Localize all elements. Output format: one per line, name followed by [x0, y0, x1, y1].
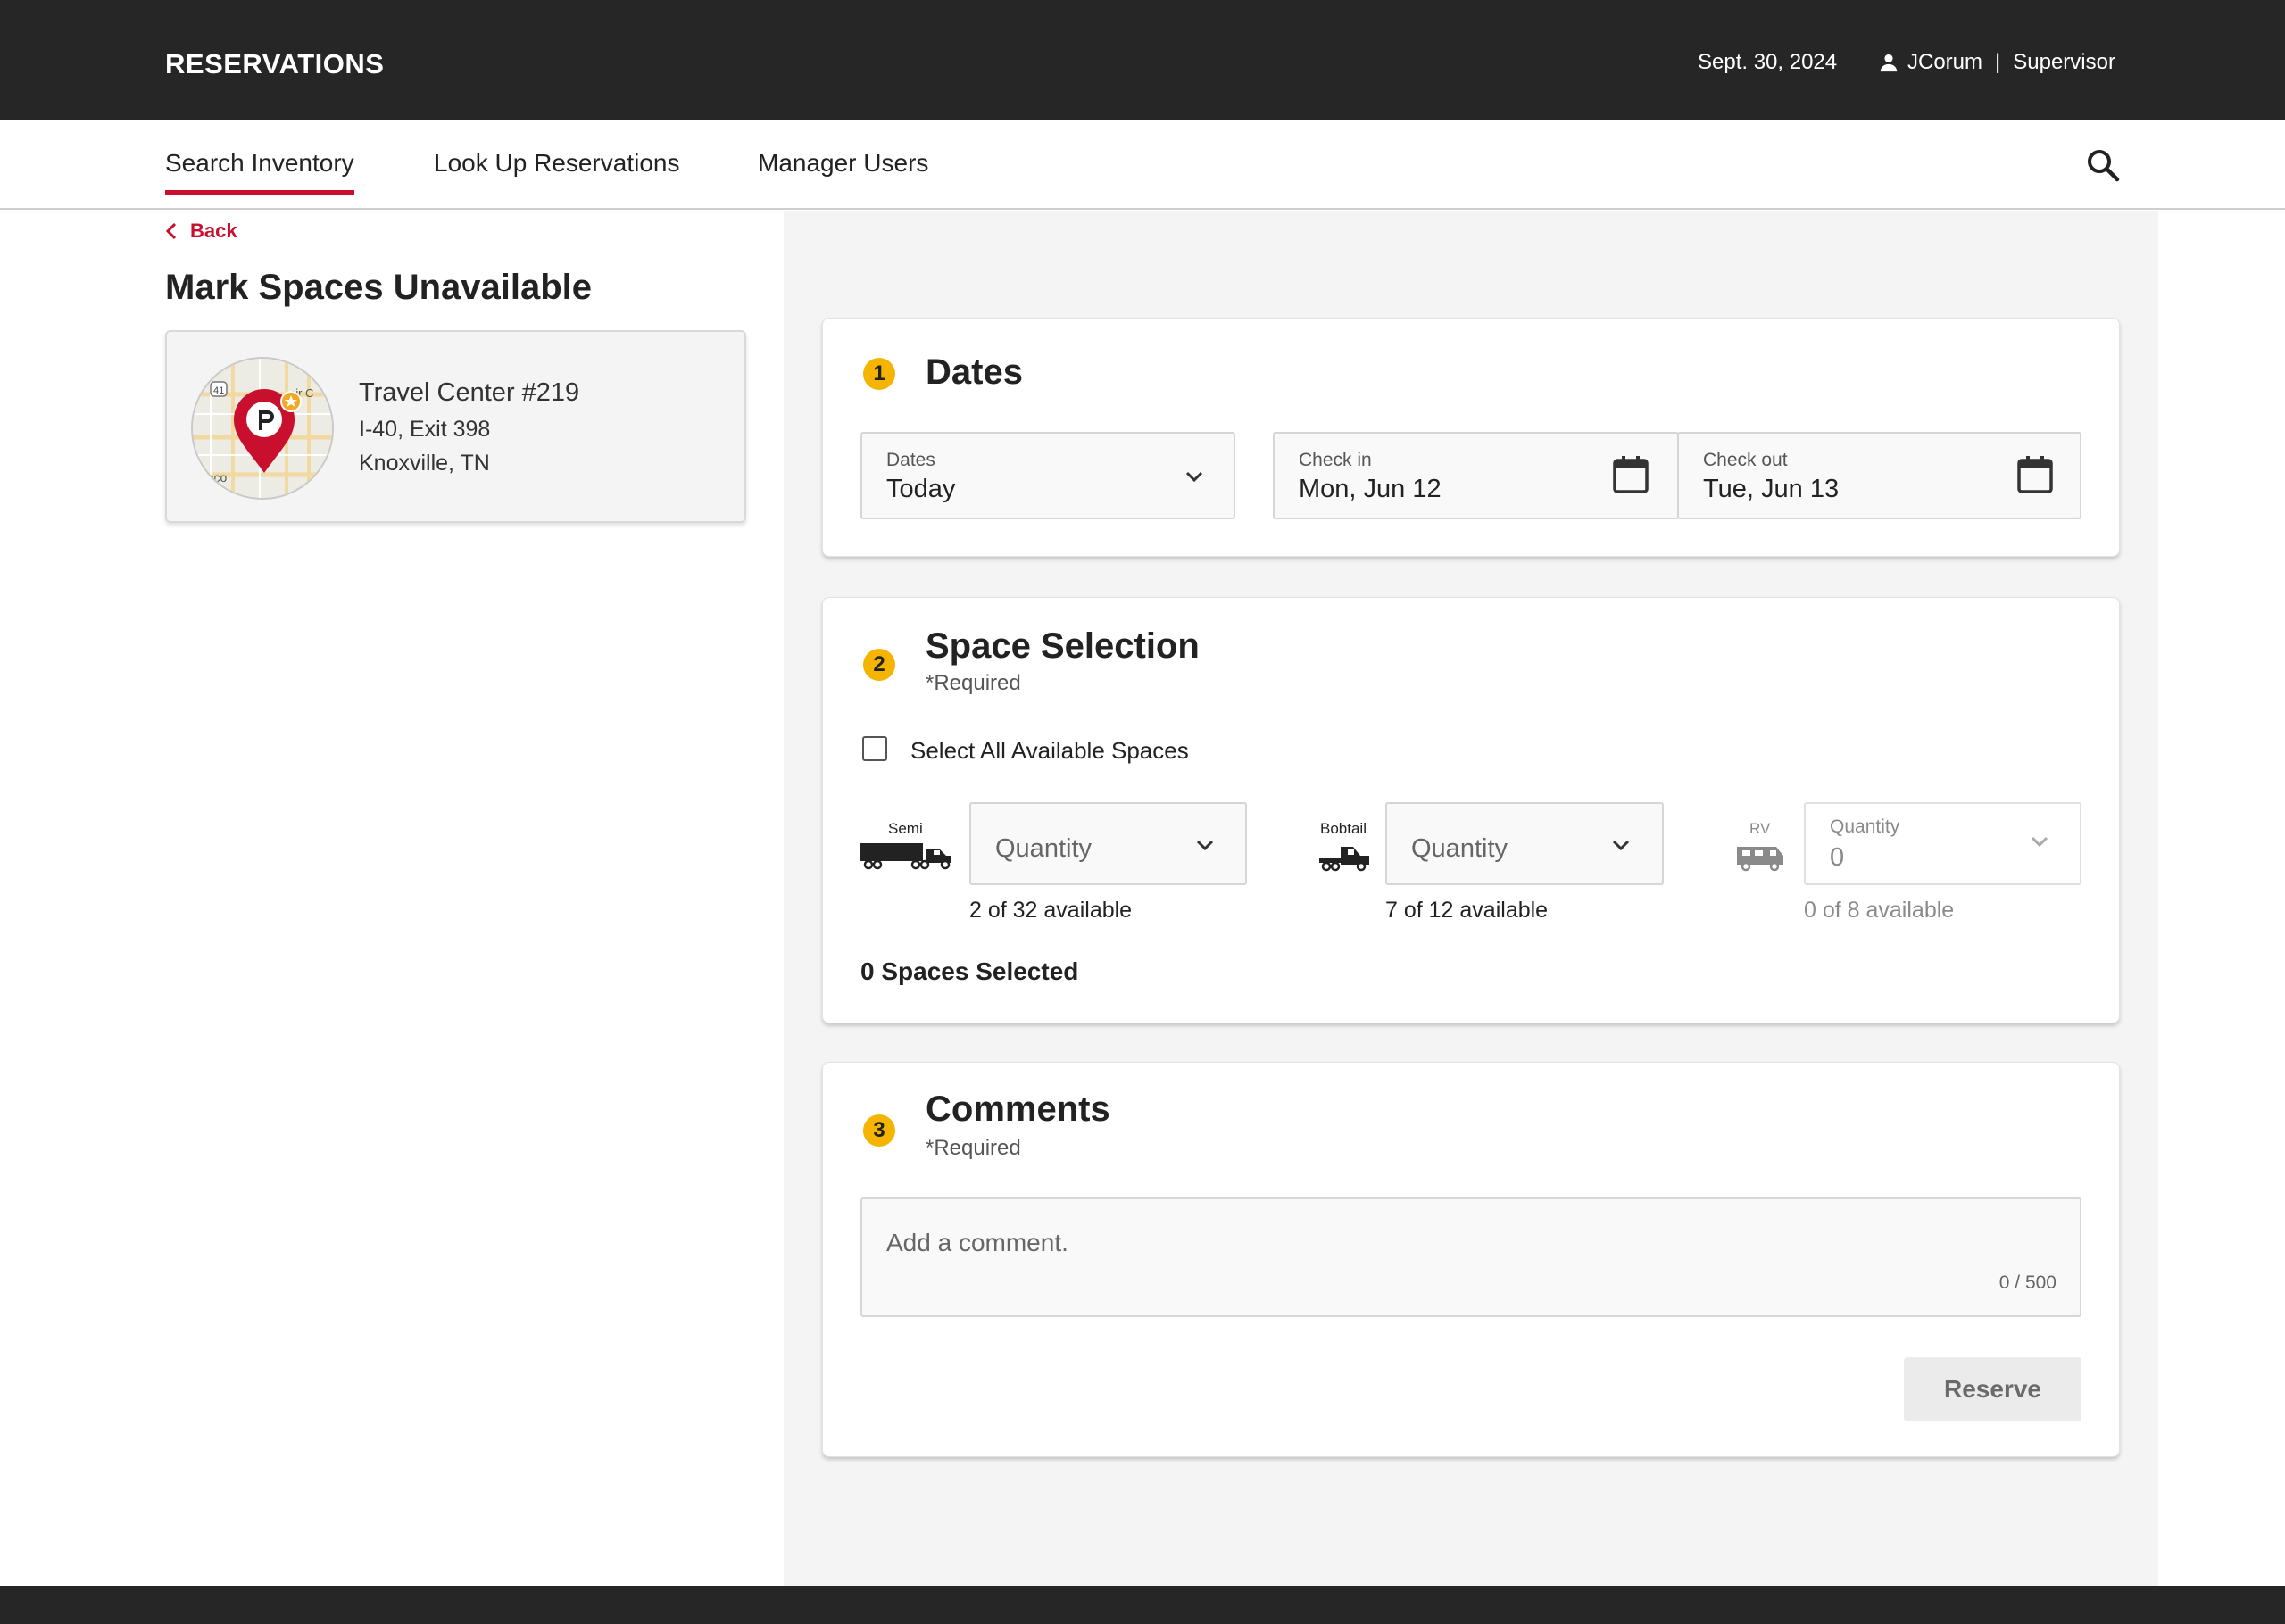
semi-quantity-dropdown[interactable]: Quantity: [969, 802, 1247, 885]
rv-quantity-dropdown[interactable]: Quantity 0: [1804, 802, 2081, 885]
chevron-down-icon: [1196, 840, 1214, 851]
location-name: Travel Center #219: [359, 378, 580, 407]
tab-search-inventory[interactable]: Search Inventory: [165, 149, 354, 195]
user-menu[interactable]: JCorum | Supervisor: [1879, 50, 2115, 75]
location-city: Knoxville, TN: [359, 451, 490, 476]
rv-label: RV: [1749, 820, 1771, 837]
spaces-selected-summary: 0 Spaces Selected: [860, 957, 1079, 985]
rv-availability: 0 of 8 available: [1804, 898, 1955, 923]
check-out-value: Tue, Jun 13: [1703, 475, 1840, 503]
step-badge-1: 1: [863, 358, 895, 390]
location-map-thumbnail: 41 air C rocco: [191, 357, 334, 500]
page-title: Mark Spaces Unavailable: [165, 268, 593, 307]
rv-quantity-label: Quantity: [1830, 816, 1900, 837]
bobtail-availability: 7 of 12 available: [1385, 898, 1549, 923]
check-out-field[interactable]: Check out Tue, Jun 13: [1677, 432, 2081, 519]
comments-card: 3 Comments *Required Add a comment. 0 / …: [822, 1062, 2120, 1457]
main-nav: Search Inventory Look Up Reservations Ma…: [0, 120, 2285, 210]
chevron-down-icon: [1185, 471, 1203, 483]
calendar-icon[interactable]: [2016, 455, 2054, 494]
tab-look-up-reservations[interactable]: Look Up Reservations: [434, 149, 679, 190]
back-label: Back: [190, 220, 237, 242]
reserve-button[interactable]: Reserve: [1904, 1357, 2081, 1421]
comment-character-count: 0 / 500: [1998, 1272, 2056, 1293]
dates-card: 1 Dates Dates Today Check in Mon, Jun 12…: [822, 318, 2120, 557]
map-label-route: 41: [213, 385, 224, 396]
rv-quantity-value: 0: [1830, 843, 1845, 872]
comment-input[interactable]: Add a comment. 0 / 500: [860, 1197, 2081, 1317]
semi-truck-icon: [860, 843, 951, 870]
rv-icon: [1737, 847, 1783, 872]
space-selection-card: 2 Space Selection *Required Select All A…: [822, 597, 2120, 1023]
comments-title: Comments: [926, 1090, 1110, 1129]
check-in-value: Mon, Jun 12: [1299, 475, 1442, 503]
comment-placeholder: Add a comment.: [886, 1229, 1068, 1256]
check-in-label: Check in: [1299, 450, 1372, 470]
location-address: I-40, Exit 398: [359, 417, 491, 442]
step-badge-2: 2: [863, 649, 895, 681]
bobtail-label: Bobtail: [1320, 820, 1367, 837]
semi-availability: 2 of 32 available: [969, 898, 1133, 923]
top-bar: RESERVATIONS Sept. 30, 2024 JCorum | Sup…: [0, 0, 2285, 120]
check-in-field[interactable]: Check in Mon, Jun 12: [1273, 432, 1679, 519]
space-selection-title: Space Selection: [926, 626, 1200, 666]
check-out-label: Check out: [1703, 450, 1788, 470]
semi-quantity-placeholder: Quantity: [995, 834, 1092, 863]
user-role: Supervisor: [2013, 50, 2115, 74]
user-name: JCorum: [1907, 50, 1983, 74]
footer-bar: [0, 1586, 2285, 1624]
current-date: Sept. 30, 2024: [1698, 50, 1838, 74]
user-icon: [1880, 54, 1898, 72]
bobtail-truck-icon: [1319, 847, 1369, 872]
dates-dropdown-label: Dates: [886, 450, 935, 470]
map-label-area: rocco: [196, 470, 227, 485]
dates-dropdown-value: Today: [886, 475, 956, 503]
chevron-left-icon: [165, 222, 177, 240]
bobtail-quantity-placeholder: Quantity: [1411, 834, 1508, 863]
comments-required: *Required: [926, 1136, 1021, 1160]
select-all-checkbox[interactable]: [862, 736, 887, 761]
bobtail-quantity-dropdown[interactable]: Quantity: [1385, 802, 1664, 885]
calendar-icon[interactable]: [1612, 455, 1649, 494]
space-selection-required: *Required: [926, 671, 1021, 695]
back-link[interactable]: Back: [165, 220, 237, 243]
user-separator: |: [1995, 50, 2001, 74]
semi-label: Semi: [888, 820, 923, 837]
chevron-down-icon: [2031, 836, 2048, 848]
search-icon[interactable]: [2085, 147, 2121, 183]
select-all-label: Select All Available Spaces: [910, 737, 1189, 764]
dates-title: Dates: [926, 352, 1023, 392]
chevron-down-icon: [1612, 840, 1630, 851]
tab-manager-users[interactable]: Manager Users: [758, 149, 928, 190]
location-card: 41 air C rocco Travel Center #219 I-40, …: [165, 330, 746, 523]
step-badge-3: 3: [863, 1114, 895, 1147]
dates-dropdown[interactable]: Dates Today: [860, 432, 1235, 519]
brand-logo: RESERVATIONS: [165, 48, 385, 79]
